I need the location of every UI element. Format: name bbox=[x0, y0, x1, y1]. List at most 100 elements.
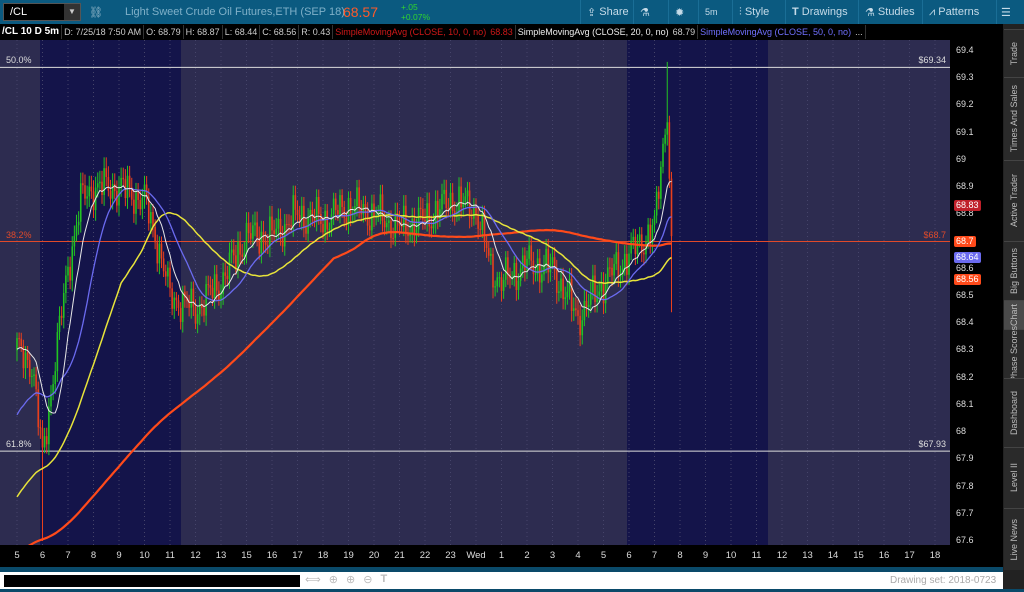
candle-body bbox=[296, 209, 299, 216]
candle-body bbox=[249, 233, 252, 239]
sidebar-tab-live-news[interactable]: Live News bbox=[1004, 508, 1024, 570]
x-tick-label: 8 bbox=[677, 550, 683, 561]
candle-body bbox=[88, 186, 91, 197]
x-tick-label: 18 bbox=[317, 550, 329, 561]
sma10-label[interactable]: SimpleMovingAvg (CLOSE, 10, 0, no) bbox=[333, 25, 488, 39]
settings-button[interactable]: ✹ bbox=[668, 0, 690, 24]
candle-body bbox=[99, 181, 101, 184]
candle-body bbox=[462, 201, 465, 208]
candle-body bbox=[626, 253, 628, 275]
y-tick-label: 69.1 bbox=[956, 126, 974, 137]
candle-body bbox=[290, 225, 292, 227]
candle-body bbox=[434, 200, 437, 225]
zoom-out-icon[interactable]: ⊖ bbox=[363, 573, 372, 586]
candle-body bbox=[39, 427, 42, 429]
candle-body bbox=[526, 258, 528, 271]
studies-button[interactable]: ⚗ Studies bbox=[858, 0, 921, 24]
price-tag: 68.64 bbox=[954, 251, 981, 263]
candle-body bbox=[101, 181, 103, 196]
candle-body bbox=[54, 371, 57, 385]
x-tick-label: 3 bbox=[549, 550, 556, 561]
candle-body bbox=[215, 274, 218, 291]
candle-body bbox=[269, 216, 271, 247]
session-band bbox=[40, 40, 181, 545]
link-icon[interactable]: ⛓ bbox=[89, 6, 103, 19]
candle-body bbox=[502, 279, 505, 291]
sidebar-tab-trade[interactable]: Trade bbox=[1004, 29, 1024, 77]
legend-more[interactable]: ... bbox=[853, 25, 866, 39]
candle-body bbox=[647, 224, 649, 243]
drawings-button[interactable]: T Drawings bbox=[785, 0, 854, 24]
candle-body bbox=[164, 271, 167, 277]
candle-body bbox=[504, 257, 507, 280]
flask-button[interactable]: ⚗ bbox=[633, 0, 656, 24]
candle-body bbox=[203, 307, 205, 316]
percent-change: +0.07% bbox=[400, 12, 431, 22]
y-tick-label: 68.6 bbox=[956, 262, 974, 273]
patterns-icon: ⩘ bbox=[929, 5, 939, 18]
candle-body bbox=[69, 266, 71, 281]
x-tick-label: 7 bbox=[65, 550, 71, 561]
candle-body bbox=[358, 187, 360, 208]
session-band bbox=[0, 40, 40, 545]
candle-body bbox=[254, 222, 256, 226]
flask-icon: ⚗ bbox=[865, 6, 878, 19]
candle-body bbox=[228, 252, 231, 280]
sidebar-tab-dashboard[interactable]: Dashboard bbox=[1004, 378, 1024, 447]
sidebar-tab-level-ii[interactable]: Level II bbox=[1004, 447, 1024, 508]
candle-body bbox=[113, 183, 116, 191]
chart-title: /CL 10 D 5m bbox=[0, 25, 63, 39]
candle-body bbox=[35, 374, 37, 390]
x-tick-label: 4 bbox=[575, 550, 581, 561]
candle-body bbox=[28, 360, 31, 377]
candle-body bbox=[211, 287, 214, 299]
chevron-down-icon[interactable]: ▼ bbox=[64, 4, 80, 20]
menu-button[interactable]: ☰ bbox=[996, 0, 1015, 24]
candle-body bbox=[530, 245, 533, 261]
candle-body bbox=[500, 277, 503, 291]
zoom-in-icon[interactable]: ⊕ bbox=[346, 573, 355, 586]
symbol-input[interactable]: /CL ▼ bbox=[3, 3, 81, 21]
crosshair-icon[interactable]: ⊕ bbox=[329, 573, 338, 586]
sidebar-tab-big-buttons[interactable]: Big Buttons bbox=[1004, 241, 1024, 300]
candle-body bbox=[581, 320, 584, 336]
y-tick-label: 69.2 bbox=[956, 99, 974, 110]
sidebar-tab-phase-scores[interactable]: Phase Scores bbox=[1004, 326, 1024, 382]
style-button[interactable]: ⫶ Style bbox=[732, 0, 775, 24]
x-tick-label: 15 bbox=[241, 550, 252, 561]
candle-body bbox=[630, 240, 632, 254]
candle-body bbox=[555, 270, 558, 293]
patterns-button[interactable]: ⩘ Patterns bbox=[922, 0, 985, 24]
candle-body bbox=[381, 194, 384, 221]
sidebar-tab-active-trader[interactable]: Active Trader bbox=[1004, 160, 1024, 241]
candle-body bbox=[43, 436, 46, 448]
sidebar-tab-chart[interactable]: Chart bbox=[1004, 300, 1024, 329]
candle-body bbox=[232, 249, 235, 256]
x-tick-label: 16 bbox=[878, 550, 890, 561]
candle-body bbox=[73, 235, 76, 247]
candle-body bbox=[640, 234, 643, 253]
candle-body bbox=[670, 178, 673, 237]
price-tag: 68.56 bbox=[954, 273, 981, 285]
candle-body bbox=[77, 221, 80, 226]
text-tool-icon[interactable]: T bbox=[380, 573, 387, 586]
candle-body bbox=[300, 205, 303, 220]
candle-body bbox=[628, 253, 630, 275]
drawing-set[interactable]: Drawing set: 2018-0723 bbox=[890, 575, 996, 586]
x-tick-label: 2 bbox=[524, 550, 530, 561]
instrument-description: Light Sweet Crude Oil Futures,ETH (SEP 1… bbox=[124, 6, 345, 18]
candle-body bbox=[490, 253, 492, 256]
share-button[interactable]: ⇪ Share bbox=[580, 0, 635, 24]
sidebar-tab-times-and-sales[interactable]: Times And Sales bbox=[1004, 77, 1024, 160]
candle-body bbox=[587, 304, 590, 307]
candle-body bbox=[273, 230, 275, 235]
pan-icon[interactable]: ⟺ bbox=[305, 573, 321, 586]
price-chart[interactable] bbox=[0, 40, 1003, 545]
candle-body bbox=[388, 220, 390, 224]
x-tick-label: 20 bbox=[368, 550, 380, 561]
interval-button[interactable]: 5m bbox=[698, 0, 732, 24]
sma50-label[interactable]: SimpleMovingAvg (CLOSE, 50, 0, no) bbox=[698, 25, 853, 39]
chart-scrollbar[interactable] bbox=[4, 575, 300, 587]
candle-body bbox=[67, 266, 69, 276]
sma20-label[interactable]: SimpleMovingAvg (CLOSE, 20, 0, no) bbox=[516, 25, 671, 39]
